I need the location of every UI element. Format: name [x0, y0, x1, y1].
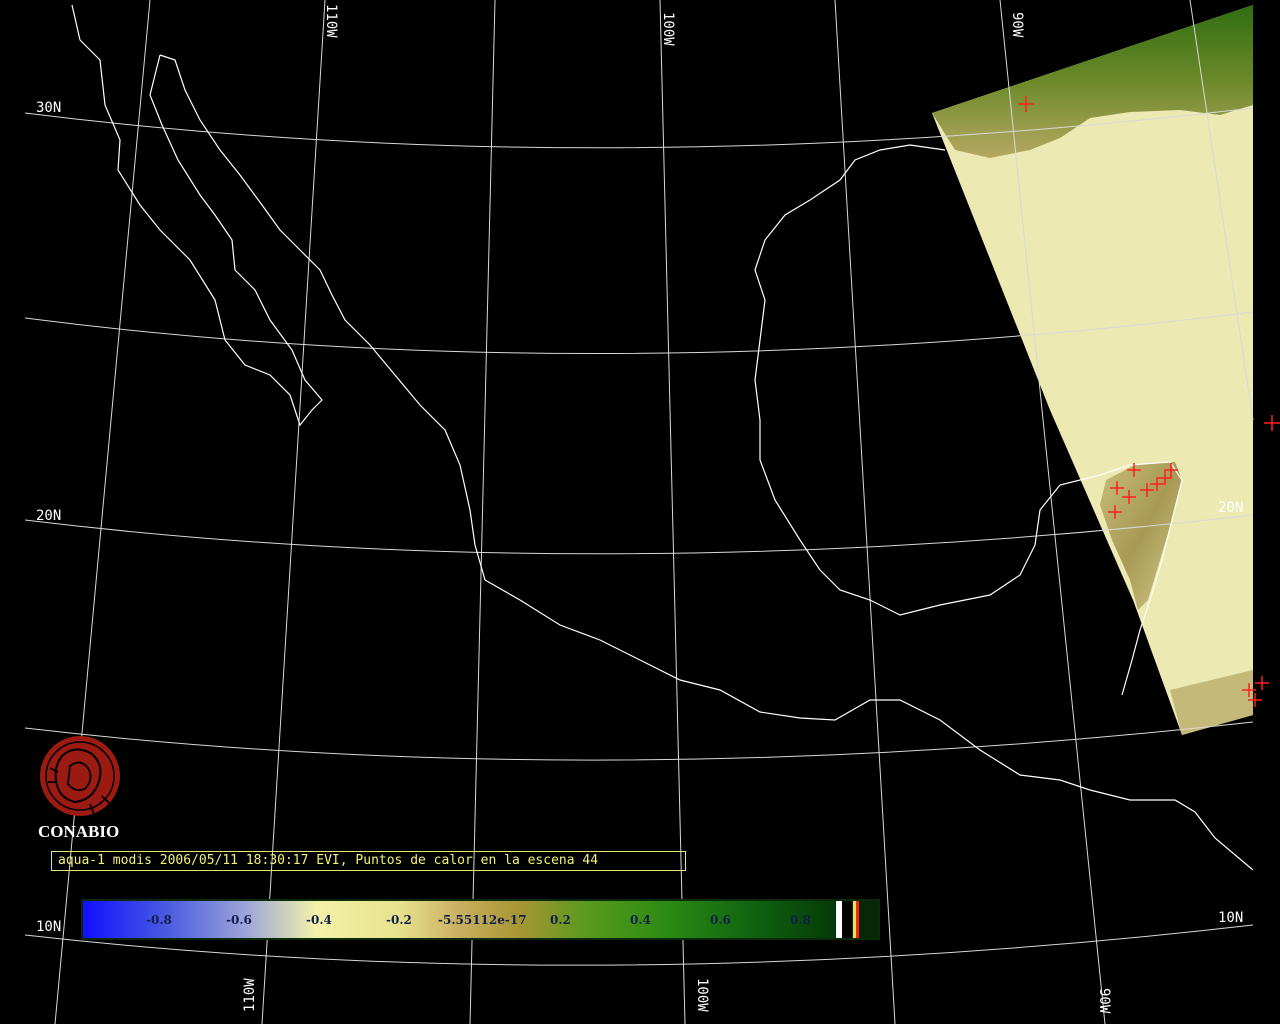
colorbar-black-swatch: [842, 901, 852, 938]
meridian-95w: [834, 0, 896, 1024]
conabio-logo-text: CONABIO: [38, 822, 120, 841]
lat-label-10n: 10N: [36, 919, 61, 935]
lon-label-100w-top: 100W: [660, 12, 676, 46]
colorbar-tick-label: 0.8: [790, 913, 811, 927]
lon-label-110w-bottom: 110W: [242, 978, 258, 1012]
lon-label-100w-bottom: 100W: [694, 978, 710, 1012]
parallel-15n: [24, 721, 1254, 761]
evi-colorbar: -0.8 -0.6 -0.4 -0.2 -5.55112e-17 0.2 0.4…: [81, 899, 880, 940]
colorbar-tick-label: -5.55112e-17: [438, 913, 527, 927]
conabio-logo-icon: [40, 736, 120, 816]
lon-label-90w-bottom: 90W: [1096, 988, 1112, 1014]
parallel-20n: [24, 514, 1254, 555]
colorbar-tick-label: -0.2: [386, 913, 412, 927]
colorbar-tick-label: -0.6: [226, 913, 252, 927]
scene-caption: aqua-1 modis 2006/05/11 18:30:17 EVI, Pu…: [51, 851, 686, 871]
lon-label-110w-top: 110W: [323, 4, 339, 38]
colorbar-tick-label: 0.2: [550, 913, 571, 927]
colorbar-tick-label: -0.8: [146, 913, 172, 927]
lat-label-30n: 30N: [36, 100, 61, 116]
colorbar-red-swatch: [856, 901, 859, 938]
lon-label-90w-top: 90W: [1009, 12, 1025, 38]
colorbar-tick-label: -0.4: [306, 913, 332, 927]
hotspot-marker: [1255, 676, 1269, 690]
baja-california-coast: [71, 4, 323, 427]
colorbar-dark-swatch: [859, 901, 878, 938]
satellite-scene: [932, 5, 1253, 735]
colorbar-yellow-swatch: [853, 901, 856, 938]
lat-label-10n-right: 10N: [1218, 910, 1243, 926]
lat-label-20n: 20N: [36, 508, 61, 524]
map-viewer: 30N 20N 10N 20N 10N 110W 100W 90W 110W 1…: [0, 0, 1280, 1024]
lat-label-20n-right: 20N: [1218, 500, 1243, 516]
colorbar-tick-label: 0.6: [710, 913, 731, 927]
colorbar-tick-label: 0.4: [630, 913, 651, 927]
colorbar-white-swatch: [836, 901, 842, 938]
hotspot-marker: [1264, 415, 1280, 431]
